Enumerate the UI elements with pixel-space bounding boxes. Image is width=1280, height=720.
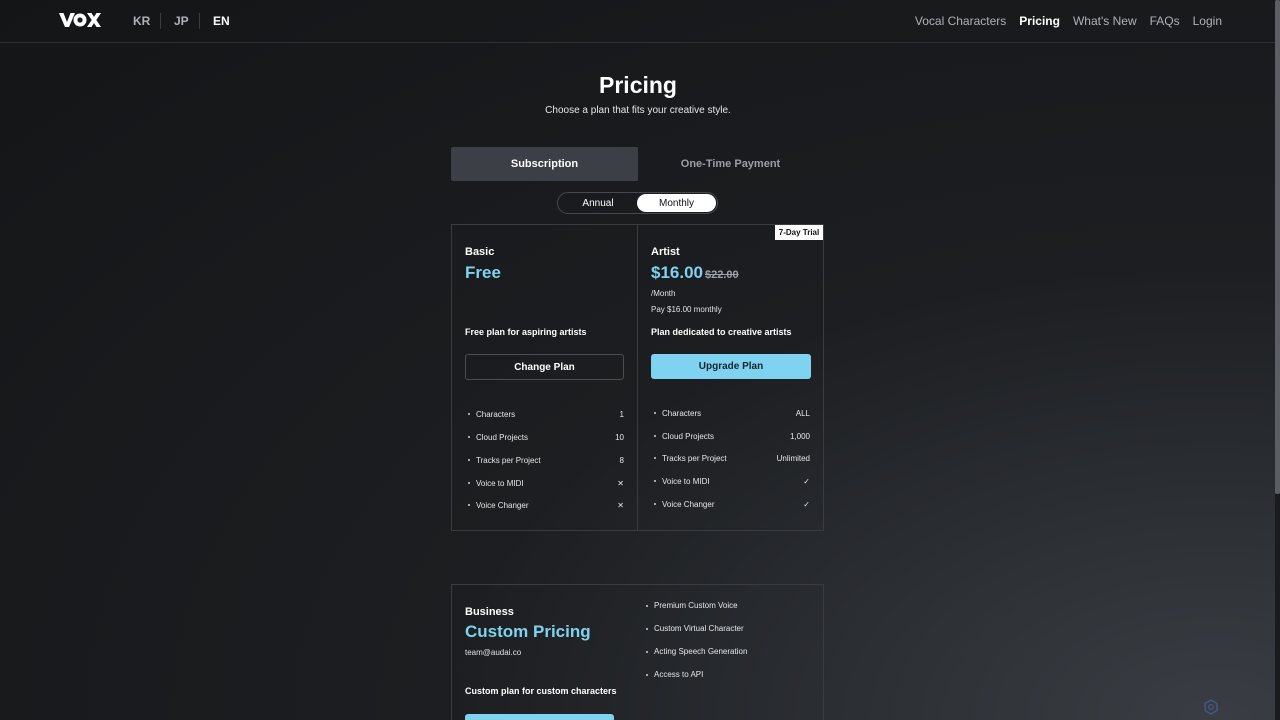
lang-divider (199, 13, 200, 29)
plan-card-artist: Artist $16.00 $22.00 /Month Pay $16.00 mo… (637, 224, 824, 531)
page-title: Pricing (599, 72, 677, 98)
feature-value: Unlimited (776, 453, 810, 463)
plan-price: $16.00 (651, 263, 703, 282)
nav-link-faqs[interactable]: FAQs (1150, 14, 1180, 28)
plan-name: Business (465, 606, 514, 618)
top-nav: KR JP EN Vocal Characters Pricing What's… (0, 0, 1276, 43)
plan-pay-note: Pay $16.00 monthly (651, 305, 722, 314)
business-email[interactable]: team@audai.co (465, 648, 521, 657)
plan-name: Basic (465, 246, 495, 258)
feature-label: Cloud Projects (476, 432, 529, 442)
feature-value: 10 (615, 432, 624, 442)
feature-row: Cloud Projects 1,000 (651, 429, 810, 443)
bullet-icon (654, 457, 656, 459)
feature-row: Voice Changer ✓ (651, 497, 810, 511)
feature-row: Acting Speech Generation (643, 647, 747, 656)
bullet-icon (646, 673, 648, 676)
feature-row: Premium Custom Voice (643, 601, 738, 610)
feature-label: Tracks per Project (662, 453, 727, 463)
feature-value: 8 (619, 455, 624, 465)
widget-icon[interactable] (1203, 699, 1219, 715)
feature-row: Custom Virtual Character (643, 624, 744, 633)
feature-row: Characters ALL (651, 406, 810, 420)
plan-card-basic: Basic Free Free plan for aspiring artist… (451, 224, 638, 531)
lang-divider (160, 13, 161, 29)
bullet-icon (646, 650, 648, 653)
feature-label: Access to API (654, 670, 704, 679)
plan-card-business: Business Custom Pricing team@audai.co Cu… (451, 584, 824, 720)
check-icon: ✓ (803, 476, 810, 486)
nav-link-whats-new[interactable]: What's New (1073, 14, 1137, 28)
vox-logo[interactable] (59, 12, 101, 28)
plan-period: /Month (651, 289, 676, 298)
toggle-monthly[interactable]: Monthly (637, 194, 716, 212)
page-subtitle: Choose a plan that fits your creative st… (545, 105, 731, 116)
feature-row: Tracks per Project Unlimited (651, 451, 810, 465)
nav-link-pricing[interactable]: Pricing (1019, 14, 1060, 28)
plan-price-group: $16.00 $22.00 (651, 263, 739, 283)
bullet-icon (646, 627, 648, 630)
bullet-icon (654, 480, 656, 482)
billing-toggle: Annual Monthly (557, 192, 718, 214)
plan-description: Plan dedicated to creative artists (651, 327, 792, 337)
bullet-icon (468, 482, 470, 484)
tab-subscription[interactable]: Subscription (451, 147, 638, 181)
trial-badge: 7-Day Trial (775, 225, 823, 240)
feature-row: Access to API (643, 670, 703, 679)
bullet-icon (468, 413, 470, 415)
upgrade-plan-button[interactable]: Upgrade Plan (651, 354, 811, 379)
bullet-icon (646, 604, 648, 607)
feature-row: Tracks per Project 8 (465, 453, 624, 467)
plan-price: Free (465, 263, 501, 282)
feature-value: 1 (619, 409, 624, 419)
feature-row: Voice Changer ✕ (465, 498, 624, 512)
lang-kr[interactable]: KR (133, 14, 150, 28)
feature-label: Tracks per Project (476, 455, 541, 465)
feature-label: Acting Speech Generation (654, 647, 748, 656)
toggle-annual[interactable]: Annual (558, 193, 638, 213)
feature-row: Characters 1 (465, 407, 624, 421)
feature-row: Cloud Projects 10 (465, 430, 624, 444)
plan-old-price: $22.00 (705, 269, 739, 281)
plan-description: Custom plan for custom characters (465, 686, 617, 696)
feature-value: 1,000 (789, 431, 810, 441)
feature-label: Cloud Projects (662, 431, 715, 441)
nav-link-vocal-characters[interactable]: Vocal Characters (915, 14, 1006, 28)
feature-label: Voice to MIDI (476, 478, 524, 488)
feature-label: Voice Changer (476, 500, 529, 510)
lang-jp[interactable]: JP (174, 14, 189, 28)
lang-en[interactable]: EN (213, 14, 230, 28)
plan-price: Custom Pricing (465, 622, 591, 641)
nav-link-login[interactable]: Login (1193, 14, 1222, 28)
feature-label: Voice Changer (662, 499, 715, 509)
feature-label: Voice to MIDI (662, 476, 710, 486)
cross-icon: ✕ (617, 478, 624, 488)
tab-one-time-payment[interactable]: One-Time Payment (637, 147, 824, 181)
bullet-icon (468, 436, 470, 438)
plan-name: Artist (651, 246, 680, 258)
bullet-icon (654, 412, 656, 414)
feature-row: Voice to MIDI ✓ (651, 474, 810, 488)
feature-label: Characters (476, 409, 516, 419)
nav-links: Vocal Characters Pricing What's New FAQs… (915, 14, 1222, 28)
bullet-icon (468, 459, 470, 461)
cross-icon: ✕ (617, 500, 624, 510)
bullet-icon (654, 503, 656, 505)
bullet-icon (468, 504, 470, 506)
contact-sales-button[interactable] (465, 714, 614, 720)
check-icon: ✓ (803, 499, 810, 509)
feature-value: ALL (795, 408, 810, 418)
feature-label: Custom Virtual Character (654, 624, 744, 633)
feature-label: Premium Custom Voice (654, 601, 738, 610)
change-plan-button[interactable]: Change Plan (465, 354, 624, 380)
plan-description: Free plan for aspiring artists (465, 327, 587, 337)
feature-row: Voice to MIDI ✕ (465, 476, 624, 490)
feature-label: Characters (662, 408, 702, 418)
bullet-icon (654, 435, 656, 437)
